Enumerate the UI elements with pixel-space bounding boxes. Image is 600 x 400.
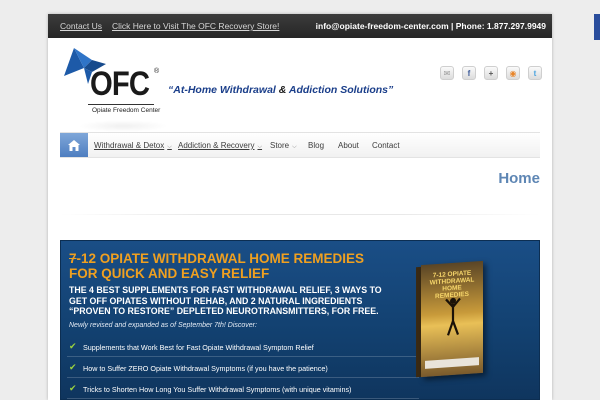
nav-item-about[interactable]: About <box>338 141 359 150</box>
checkmark-icon: ✔ <box>69 341 77 351</box>
list-item: ✔ Tricks to Shorten How Long You Suffer … <box>67 378 419 399</box>
nav-item-label: Store <box>270 141 290 150</box>
nav-item-label: Addiction & Recovery <box>178 141 255 150</box>
logo-registered-mark: ® <box>154 68 160 75</box>
page-title: Home <box>498 170 540 187</box>
nav-item-store[interactable]: Store ⌵ <box>270 141 297 151</box>
logo-text[interactable]: OFC <box>90 66 150 102</box>
top-bar: Contact Us Click Here to Visit The OFC R… <box>48 14 552 38</box>
facebook-icon[interactable]: f <box>462 66 476 80</box>
site-container: Contact Us Click Here to Visit The OFC R… <box>48 14 552 400</box>
book-footer <box>425 357 479 369</box>
nav-item-blog[interactable]: Blog <box>308 141 324 150</box>
google-plus-icon[interactable]: + <box>484 66 498 80</box>
chevron-down-icon: ⌵ <box>292 144 297 150</box>
nav-item-contact[interactable]: Contact <box>372 141 400 150</box>
promo-banner[interactable]: 7-12 OPIATE WITHDRAWAL HOME REMEDIES FOR… <box>60 240 540 400</box>
nav-item-addiction-recovery[interactable]: Addiction & Recovery ⌵ <box>178 141 262 151</box>
twitter-icon[interactable]: t <box>528 66 542 80</box>
nav-item-withdrawal-detox[interactable]: Withdrawal & Detox ⌵ <box>94 141 172 151</box>
banner-subtitle: THE 4 BEST SUPPLEMENTS FOR FAST WITHDRAW… <box>69 285 382 316</box>
mail-icon[interactable]: ✉ <box>440 66 454 80</box>
edge-accent <box>594 14 600 40</box>
logo-reflection <box>78 120 168 132</box>
nav-item-label: Withdrawal & Detox <box>94 141 165 150</box>
banner-title: 7-12 OPIATE WITHDRAWAL HOME REMEDIES FOR… <box>69 251 389 281</box>
banner-title-rest: -12 OPIATE WITHDRAWAL HOME REMEDIES FOR … <box>69 251 365 281</box>
benefit-list: ✔ Supplements that Work Best for Fast Op… <box>67 336 419 399</box>
tagline-part-1: “At-Home Withdrawal <box>168 84 279 96</box>
list-item: ✔ How to Suffer ZERO Opiate Withdrawal S… <box>67 357 419 378</box>
chevron-down-icon: ⌵ <box>257 144 263 150</box>
header-divider <box>60 214 540 215</box>
chevron-down-icon: ⌵ <box>167 144 172 150</box>
checkmark-icon: ✔ <box>69 383 77 393</box>
checkmark-icon: ✔ <box>69 362 77 372</box>
list-item: ✔ Supplements that Work Best for Fast Op… <box>67 336 419 357</box>
logo-subtitle: Opiate Freedom Center <box>92 107 161 114</box>
tagline: “At-Home Withdrawal & Addiction Solution… <box>168 84 393 96</box>
ebook-cover-image[interactable]: 7-12 OPIATE WITHDRAWAL HOME REMEDIES <box>421 260 483 378</box>
list-item-text: How to Suffer ZERO Opiate Withdrawal Sym… <box>83 364 328 373</box>
contact-us-link[interactable]: Contact Us <box>60 21 102 31</box>
home-icon <box>68 139 80 151</box>
list-item-text: Tricks to Shorten How Long You Suffer Wi… <box>83 385 352 394</box>
banner-title-strike: 7 <box>69 251 77 266</box>
store-link[interactable]: Click Here to Visit The OFC Recovery Sto… <box>112 21 279 31</box>
social-icons: ✉ f + ◉ t <box>440 66 542 80</box>
main-nav: Withdrawal & Detox ⌵ Addiction & Recovery… <box>60 132 540 158</box>
person-silhouette-icon <box>445 297 461 336</box>
contact-info: info@opiate-freedom-center.com | Phone: … <box>315 21 546 31</box>
banner-note: Newly revised and expanded as of Septemb… <box>69 322 257 329</box>
list-item-text: Supplements that Work Best for Fast Opia… <box>83 343 314 352</box>
tagline-part-2: Addiction Solutions” <box>286 84 394 96</box>
rss-icon[interactable]: ◉ <box>506 66 520 80</box>
logo-divider <box>88 104 154 105</box>
nav-home-button[interactable] <box>60 133 88 157</box>
